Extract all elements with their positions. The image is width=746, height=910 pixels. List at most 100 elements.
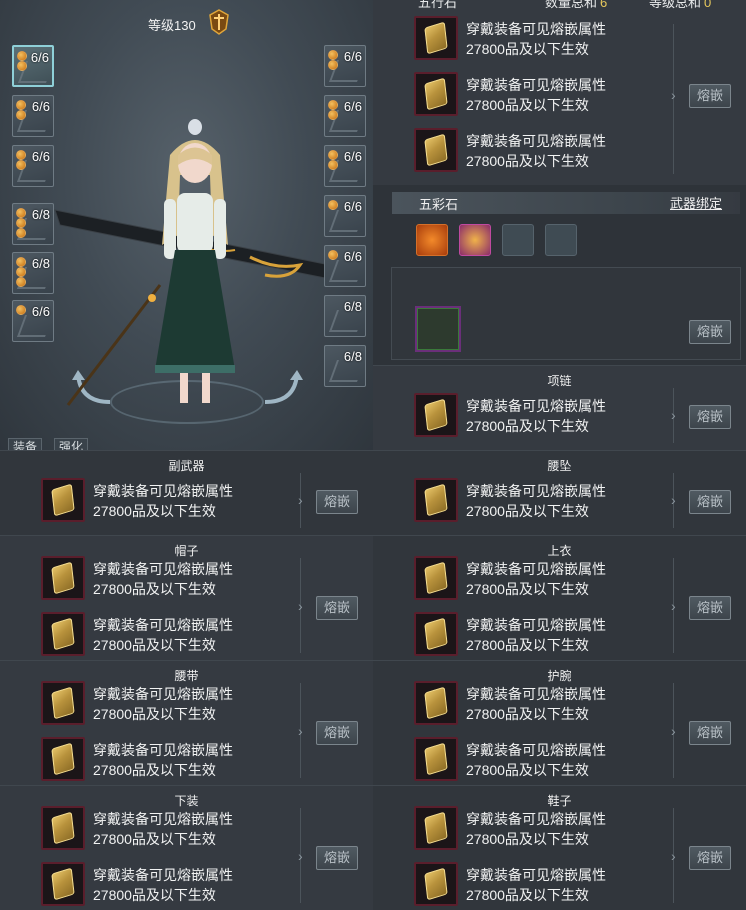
inlay-button[interactable]: 熔嵌 [316,490,358,514]
gem-slot[interactable] [41,556,85,600]
gem-slot[interactable] [414,737,458,781]
weapon-bind-link[interactable]: 武器绑定 [670,193,722,212]
inlay-section: 腰带 穿戴装备可见熔嵌属性 27800品及以下生效 穿戴装备可见熔嵌属性 27800品及… [0,660,373,785]
gem-pip-icon [328,60,338,70]
gem-slot[interactable] [41,862,85,906]
inlay-button[interactable]: 熔嵌 [316,721,358,745]
desc-line-2: 27800品及以下生效 [466,831,589,847]
inlay-row: 穿戴装备可见熔嵌属性 27800品及以下生效 [414,128,664,176]
desc-line-2: 27800品及以下生效 [93,762,216,778]
chevron-right-icon: › [671,598,676,614]
tab-enhance[interactable]: 强化 [54,438,89,450]
inlay-button[interactable]: 熔嵌 [316,846,358,870]
inlay-description: 穿戴装备可见熔嵌属性 27800品及以下生效 [466,684,606,724]
gem-slot[interactable] [414,862,458,906]
section-title: 副武器 [168,459,205,473]
gem-slot[interactable] [414,393,458,437]
inlay-row: 穿戴装备可见熔嵌属性 27800品及以下生效 [414,72,664,120]
colorful-stone-slot[interactable] [415,306,461,352]
gem-pip-icon [16,100,26,110]
gem-slot[interactable] [414,72,458,116]
equipment-slot[interactable]: 6/8 [324,345,366,387]
equipment-slot[interactable]: 6/6 [324,195,366,237]
equipment-slot[interactable]: 6/6 [324,245,366,287]
inlay-button[interactable]: 熔嵌 [689,84,731,108]
inlay-row: 穿戴装备可见熔嵌属性 27800品及以下生效 [41,478,291,526]
inlay-description: 穿戴装备可见熔嵌属性 27800品及以下生效 [466,559,606,599]
five-elements-title: 五行石 [418,0,458,10]
inlay-section: 鞋子 穿戴装备可见熔嵌属性 27800品及以下生效 穿戴装备可见熔嵌属性 27800品及… [373,785,746,910]
section-title: 项链 [547,374,572,388]
gem-slot[interactable] [414,556,458,600]
inlay-section: 项链穿戴装备可见熔嵌属性 27800品及以下生效 › 熔嵌 [373,365,746,450]
five-elements-panel: 五行石 数量总和 6 等级总和 0 穿戴装备可见熔嵌属性 27800品及以下生效 穿戴装… [373,0,746,185]
gem-icon [51,483,75,517]
quantity-total-label: 数量总和 6 [545,0,608,10]
equipment-slot[interactable]: 6/6 [324,95,366,137]
inlay-row: 穿戴装备可见熔嵌属性 27800品及以下生效 [414,393,664,441]
inlay-description: 穿戴装备可见熔嵌属性 27800品及以下生效 [93,865,233,905]
desc-line-2: 27800品及以下生效 [466,153,589,169]
gem-pip-icon [16,150,26,160]
slot-count: 6/6 [343,249,362,264]
chevron-right-icon: › [298,492,303,508]
gem-slot[interactable] [41,737,85,781]
chevron-right-icon: › [671,407,676,423]
equipment-slot[interactable]: 6/6 [12,300,54,342]
gem-pip-icon [328,100,338,110]
gem-icon [424,742,448,776]
rotate-right-icon[interactable] [260,368,305,408]
gem-slot[interactable] [41,806,85,850]
empty-stone-slot[interactable] [545,224,577,256]
gem-slot[interactable] [414,16,458,60]
desc-line-1: 穿戴装备可见熔嵌属性 [466,811,606,827]
desc-line-1: 穿戴装备可见熔嵌属性 [466,483,606,499]
equipment-slot[interactable]: 6/6 [324,45,366,87]
desc-line-1: 穿戴装备可见熔嵌属性 [466,686,606,702]
equipment-slot[interactable]: 6/6 [12,95,54,137]
gem-slot[interactable] [414,612,458,656]
colorful-stone-title: 五彩石 [419,197,459,212]
empty-stone-slot[interactable] [502,224,534,256]
inlay-button[interactable]: 熔嵌 [689,596,731,620]
equipment-slot[interactable]: 6/6 [12,145,54,187]
inlay-row: 穿戴装备可见熔嵌属性 27800品及以下生效 [414,737,664,785]
inlay-button[interactable]: 熔嵌 [689,721,731,745]
inlay-button[interactable]: 熔嵌 [689,846,731,870]
equipment-slot[interactable]: 6/8 [12,203,54,245]
character-panel: 等级130 6/6 6/6 6/6 6/8 6/8 6/6 6/6 6/6 6/… [0,0,373,450]
equipment-slot[interactable]: 6/8 [324,295,366,337]
inlay-description: 穿戴装备可见熔嵌属性 27800品及以下生效 [466,615,606,655]
inlay-row: 穿戴装备可见熔嵌属性 27800品及以下生效 [41,556,291,604]
gem-slot[interactable] [414,478,458,522]
inlay-button[interactable]: 熔嵌 [689,405,731,429]
gem-pip-icon [328,110,338,120]
equipment-slot[interactable]: 6/6 [324,145,366,187]
inlay-button[interactable]: 熔嵌 [689,490,731,514]
inlay-description: 穿戴装备可见熔嵌属性 27800品及以下生效 [466,19,606,59]
inlay-section: 副武器穿戴装备可见熔嵌属性 27800品及以下生效 › 熔嵌 [0,450,373,535]
section-title: 腰坠 [547,459,572,473]
gem-slot[interactable] [414,681,458,725]
slot-count: 6/8 [343,299,362,314]
chevron-right-icon: › [298,598,303,614]
inlay-description: 穿戴装备可见熔嵌属性 27800品及以下生效 [93,809,233,849]
equipment-slot[interactable]: 6/8 [12,252,54,294]
desc-line-1: 穿戴装备可见熔嵌属性 [93,561,233,577]
gem-slot[interactable] [41,478,85,522]
inlay-description: 穿戴装备可见熔嵌属性 27800品及以下生效 [466,75,606,115]
gem-slot[interactable] [41,612,85,656]
equipment-slot[interactable]: 6/6 [12,45,55,87]
gem-slot[interactable] [414,806,458,850]
gem-slot[interactable] [414,128,458,172]
tab-equipment[interactable]: 装备 [8,438,43,450]
desc-line-1: 穿戴装备可见熔嵌属性 [466,617,606,633]
gem-slot[interactable] [41,681,85,725]
inlay-button[interactable]: 熔嵌 [316,596,358,620]
desc-line-1: 穿戴装备可见熔嵌属性 [466,742,606,758]
fire-stone-icon[interactable] [416,224,448,256]
inlay-section: 护腕 穿戴装备可见熔嵌属性 27800品及以下生效 穿戴装备可见熔嵌属性 27800品及… [373,660,746,785]
gem-icon [424,21,448,55]
burst-stone-icon[interactable] [459,224,491,256]
inlay-button[interactable]: 熔嵌 [689,320,731,344]
